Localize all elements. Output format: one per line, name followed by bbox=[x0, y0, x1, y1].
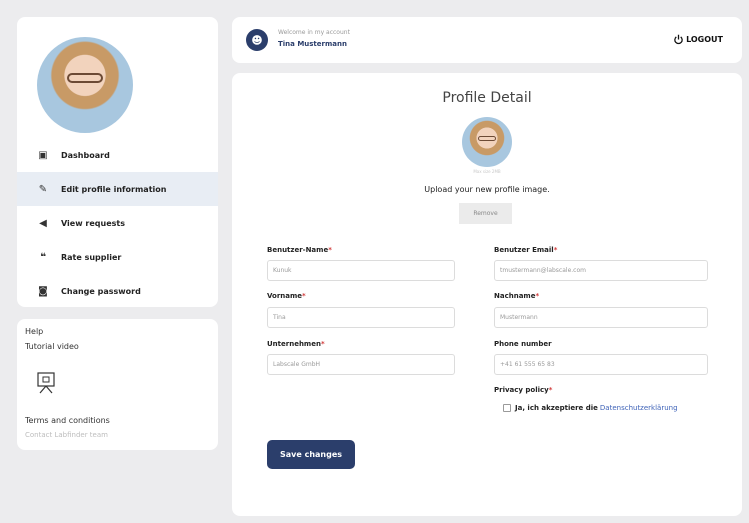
save-changes-button[interactable]: Save changes bbox=[267, 440, 355, 469]
page-title: Profile Detail bbox=[442, 90, 532, 106]
profile-avatar bbox=[37, 37, 133, 133]
privacy-consent-text: Ja, ich akzeptiere die bbox=[515, 404, 598, 412]
sidebar-item-dashboard[interactable]: ▣ Dashboard bbox=[17, 138, 218, 172]
terms-link[interactable]: Terms and conditions bbox=[25, 416, 110, 425]
firstname-label: Vorname* bbox=[267, 292, 306, 300]
sidebar-item-view-requests[interactable]: ◀ View requests bbox=[17, 206, 218, 240]
privacy-consent-row: Ja, ich akzeptiere die Datenschutzerklär… bbox=[503, 404, 678, 412]
user-icon: ☻ bbox=[246, 29, 268, 51]
username-label: Benutzer-Name* bbox=[267, 246, 332, 254]
company-label: Unternehmen* bbox=[267, 340, 325, 348]
firstname-field[interactable] bbox=[267, 307, 455, 328]
sidebar-item-edit-profile[interactable]: ✎ Edit profile information bbox=[17, 172, 218, 206]
privacy-checkbox[interactable] bbox=[503, 404, 511, 412]
sidebar-item-label: Rate supplier bbox=[61, 252, 122, 262]
sidebar-item-label: Change password bbox=[61, 286, 141, 296]
power-icon bbox=[674, 34, 683, 45]
email-field[interactable] bbox=[494, 260, 708, 281]
company-field[interactable] bbox=[267, 354, 455, 375]
rate-icon: ❝ bbox=[40, 251, 46, 263]
privacy-policy-link[interactable]: Datenschutzerklärung bbox=[600, 404, 678, 412]
phone-field[interactable] bbox=[494, 354, 708, 375]
username-field[interactable] bbox=[267, 260, 455, 281]
help-card: Help Tutorial video Terms and conditions… bbox=[17, 319, 218, 450]
lastname-label: Nachname* bbox=[494, 292, 540, 300]
welcome-text: Welcome in my account bbox=[278, 29, 350, 36]
privacy-label: Privacy policy* bbox=[494, 386, 553, 394]
contact-link[interactable]: Contact Labfinder team bbox=[25, 431, 108, 439]
remove-image-button[interactable]: Remove bbox=[459, 203, 512, 224]
header-bar: ☻ Welcome in my account Tina Mustermann … bbox=[232, 17, 742, 63]
lastname-field[interactable] bbox=[494, 307, 708, 328]
phone-label: Phone number bbox=[494, 340, 552, 348]
lock-icon: ◙ bbox=[38, 285, 48, 297]
sidebar-item-label: Edit profile information bbox=[61, 184, 167, 194]
logout-button[interactable]: LOGOUT bbox=[673, 34, 723, 45]
edit-profile-icon: ✎ bbox=[38, 183, 48, 195]
sidebar-item-rate-supplier[interactable]: ❝ Rate supplier bbox=[17, 240, 218, 274]
user-name: Tina Mustermann bbox=[278, 40, 347, 48]
avatar-caption: Max size 2MB bbox=[473, 169, 501, 174]
megaphone-icon: ◀ bbox=[39, 217, 47, 229]
presentation-board-icon[interactable] bbox=[37, 372, 55, 394]
dashboard-icon: ▣ bbox=[38, 149, 48, 161]
help-title: Help bbox=[25, 327, 44, 336]
logout-label: LOGOUT bbox=[686, 35, 723, 44]
profile-detail-card: Profile Detail Max size 2MB Upload your … bbox=[232, 73, 742, 516]
sidebar-item-label: View requests bbox=[61, 218, 125, 228]
sidebar-item-label: Dashboard bbox=[61, 150, 110, 160]
email-label: Benutzer Email* bbox=[494, 246, 558, 254]
sidebar-nav: ▣ Dashboard ✎ Edit profile information ◀… bbox=[17, 138, 218, 307]
upload-label: Upload your new profile image. bbox=[424, 185, 550, 194]
tutorial-video-link[interactable]: Tutorial video bbox=[25, 342, 79, 351]
sidebar-item-change-password[interactable]: ◙ Change password bbox=[17, 274, 218, 307]
profile-image-preview[interactable] bbox=[462, 117, 512, 167]
sidebar-card: ▣ Dashboard ✎ Edit profile information ◀… bbox=[17, 17, 218, 307]
